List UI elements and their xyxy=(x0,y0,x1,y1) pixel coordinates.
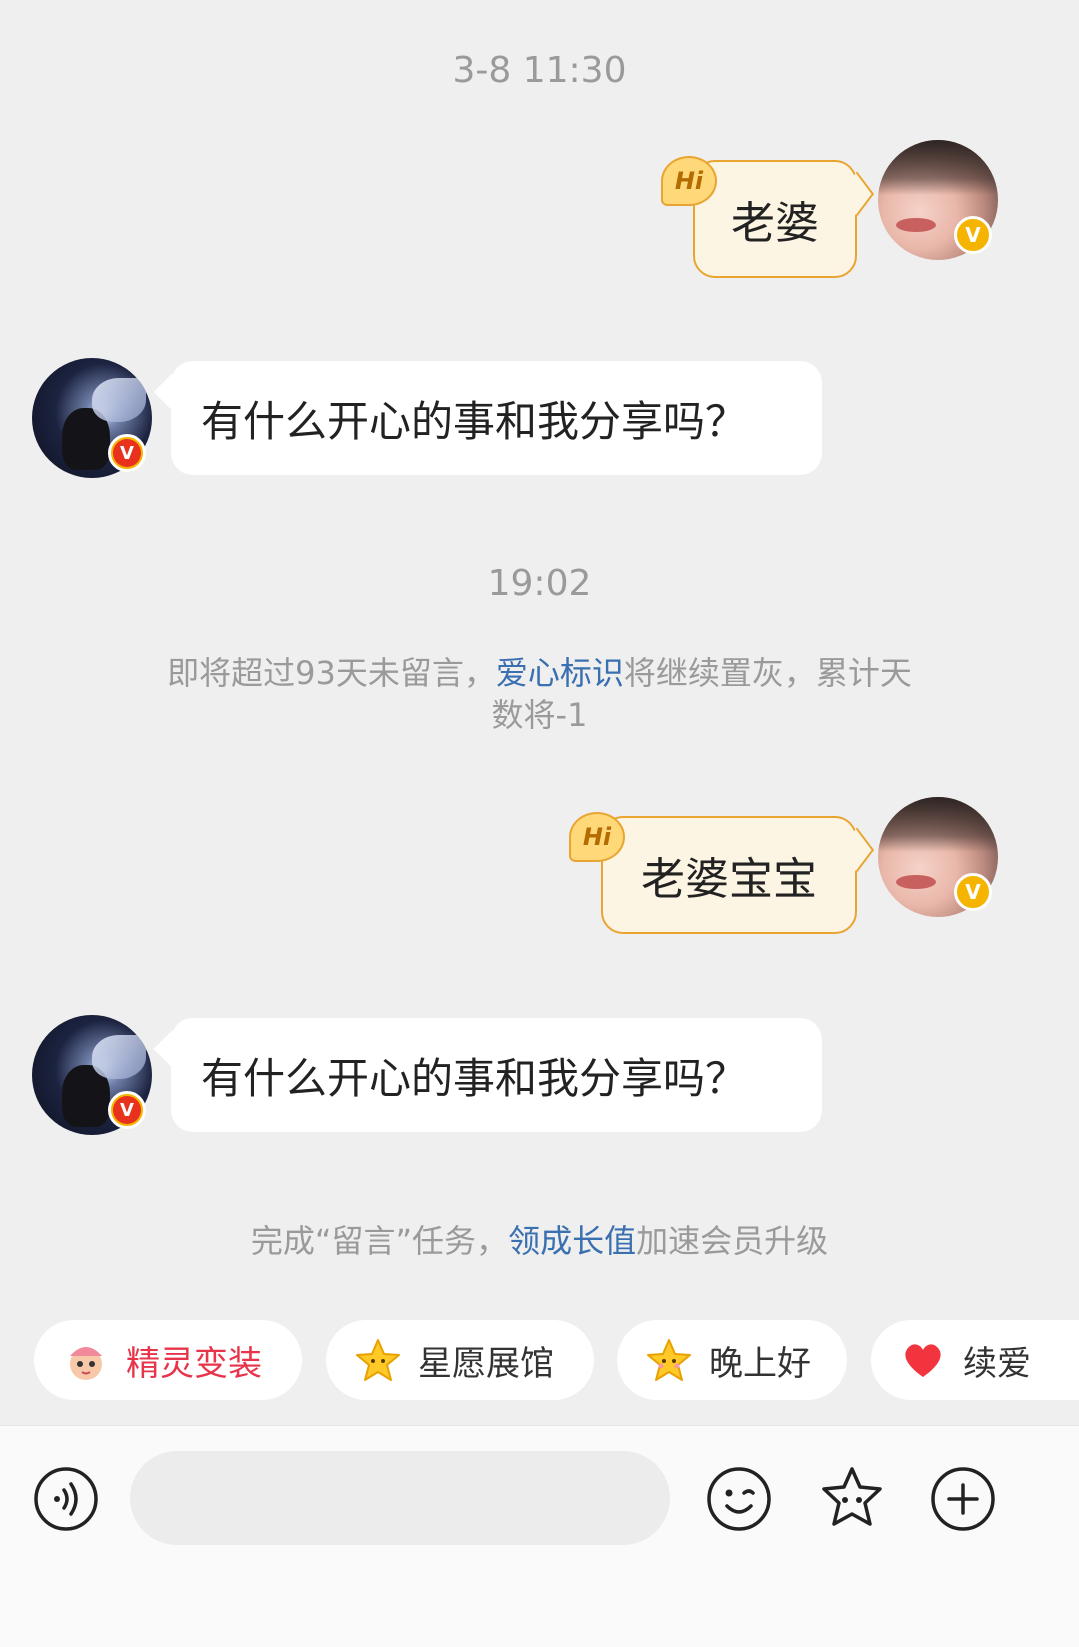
bubble-tail xyxy=(153,373,191,411)
emoji-button[interactable] xyxy=(706,1466,772,1532)
bubble-tail xyxy=(153,1030,191,1068)
chip-sprite-costume[interactable]: 精灵变装 xyxy=(34,1320,302,1400)
sprite-costume-icon xyxy=(62,1336,110,1384)
chip-label: 精灵变装 xyxy=(126,1343,262,1384)
vip-badge-icon: V xyxy=(108,434,146,472)
chip-renew-love[interactable]: 续爱 xyxy=(871,1320,1079,1400)
vip-badge-icon: V xyxy=(108,1091,146,1129)
message-text: 老婆宝宝 xyxy=(641,854,817,905)
chip-label: 晚上好 xyxy=(709,1343,811,1384)
quick-action-bar: 精灵变装 星愿展馆 晚上好 续爱 xyxy=(0,1320,1079,1404)
contact-avatar[interactable]: V xyxy=(32,1015,152,1135)
self-message-bubble[interactable]: 老婆 xyxy=(693,160,875,278)
self-avatar[interactable]: V xyxy=(878,140,998,260)
timestamp: 3-8 11:30 xyxy=(452,50,627,91)
star-icon xyxy=(645,1336,693,1384)
contact-message-bubble[interactable]: 有什么开心的事和我分享吗？ xyxy=(153,361,822,475)
chip-label: 续爱 xyxy=(963,1343,1031,1384)
vip-badge-icon: V xyxy=(954,873,992,911)
star-face-icon xyxy=(822,1467,882,1526)
hi-greeting-icon: Hi xyxy=(569,812,625,862)
chip-label: 星愿展馆 xyxy=(418,1343,554,1384)
star-icon xyxy=(354,1336,402,1384)
message-text: 老婆 xyxy=(731,198,819,249)
more-button[interactable] xyxy=(930,1466,996,1532)
voice-button[interactable] xyxy=(33,1466,99,1532)
message-text: 有什么开心的事和我分享吗？ xyxy=(201,396,748,446)
contact-message-bubble[interactable]: 有什么开心的事和我分享吗？ xyxy=(153,1018,822,1132)
notice-text: 数将-1 xyxy=(491,696,588,734)
emoji-icon xyxy=(707,1467,771,1531)
task-notice: 完成“留言”任务，领成长值加速会员升级 xyxy=(0,1220,1079,1262)
message-text: 有什么开心的事和我分享吗？ xyxy=(201,1053,748,1103)
self-avatar[interactable]: V xyxy=(878,797,998,917)
chip-star-gallery[interactable]: 星愿展馆 xyxy=(326,1320,594,1400)
notice-text: 即将超过93天未留言， xyxy=(167,654,496,692)
vip-badge-icon: V xyxy=(954,216,992,254)
self-message-bubble[interactable]: 老婆宝宝 xyxy=(601,816,875,934)
message-input[interactable] xyxy=(130,1451,670,1545)
notice-text: 将继续置灰，累计天 xyxy=(623,654,912,692)
task-text: 加速会员升级 xyxy=(636,1222,829,1260)
bubble-tail xyxy=(839,171,875,217)
plus-icon xyxy=(931,1467,995,1531)
input-bar xyxy=(0,1425,1079,1647)
star-sticker-button[interactable] xyxy=(817,1464,887,1534)
bubble-tail xyxy=(839,827,875,873)
hi-greeting-icon: Hi xyxy=(661,156,717,206)
heart-icon xyxy=(899,1336,947,1384)
chat-area[interactable]: 3-8 11:30 老婆 Hi V V 有什么开心的事和我分享吗？ 19:02 … xyxy=(0,0,1079,1490)
timestamp: 19:02 xyxy=(487,563,592,604)
contact-avatar[interactable]: V xyxy=(32,358,152,478)
voice-icon xyxy=(34,1467,98,1531)
task-text: 完成“留言”任务， xyxy=(250,1222,509,1260)
growth-value-link[interactable]: 领成长值 xyxy=(508,1222,636,1260)
chip-good-evening[interactable]: 晚上好 xyxy=(617,1320,847,1400)
system-notice: 即将超过93天未留言，爱心标识将继续置灰，累计天 数将-1 xyxy=(0,652,1079,736)
heart-mark-link[interactable]: 爱心标识 xyxy=(496,654,624,692)
